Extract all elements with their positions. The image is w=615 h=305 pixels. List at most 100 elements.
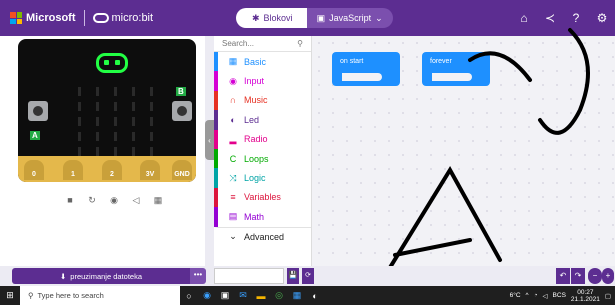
microbit-board[interactable]: A B 0 1 2 3V GND [18,39,196,182]
button-b[interactable] [172,101,192,121]
category-label: Radio [244,134,268,145]
category-logic[interactable]: ⤨ Logic [214,168,311,188]
weather-text[interactable]: 6°C [510,292,521,299]
button-b-label: B [176,87,186,96]
category-label: Logic [244,173,266,184]
language-text[interactable]: BCS [553,292,566,299]
pin-1[interactable]: 1 [63,160,83,180]
more-options-button[interactable]: ••• [190,268,206,284]
tab-javascript[interactable]: ▣ JavaScript ⌄ [306,8,393,28]
zoom-out-icon[interactable]: − [588,268,602,284]
grid-icon: ▦ [228,56,238,67]
category-radio[interactable]: ▂ Radio [214,129,311,149]
toggle-icon: ◐ [230,114,236,125]
edge-icon[interactable]: ◉ [198,286,216,305]
category-input[interactable]: ◉ Input [214,71,311,91]
notifications-icon[interactable]: ▢ [605,292,611,300]
home-icon[interactable]: ⌂ [511,0,537,36]
clock[interactable]: 00:27 21.1.2021 [571,289,600,303]
tab-blocks[interactable]: ✱ Blokovi [236,8,307,28]
block-label: on start [340,58,364,65]
blocks-workspace[interactable]: on start forever [312,36,615,266]
category-basic[interactable]: ▦ Basic [214,52,311,72]
chrome-icon[interactable]: ◎ [270,286,288,305]
editor-toggle: ✱ Blokovi ▣ JavaScript ⌄ [236,8,393,28]
taskbar-search-input[interactable]: ⚲ Type here to search [20,286,180,305]
volume-icon[interactable]: ◁ [543,292,548,300]
undo-icon[interactable]: ↶ [556,268,570,284]
store-icon[interactable]: ▣ [216,286,234,305]
search-icon: ⚲ [28,291,34,300]
category-label: Math [244,211,265,222]
pin-2[interactable]: 2 [102,160,122,180]
clock-date: 21.1.2021 [570,295,600,303]
clock-time: 00:27 [577,288,594,296]
puzzle-icon: ✱ [252,12,260,23]
search-input[interactable]: Search... ⚲ [214,36,311,52]
microsoft-logo[interactable]: Microsoft [10,12,76,24]
header-actions: ⌂ ≺ ? ⚙ [511,0,615,36]
app-icon[interactable]: ◐ [306,286,324,305]
product-label: micro:bit [111,12,154,24]
settings-icon[interactable]: ⚙ [589,0,615,36]
button-a[interactable] [28,101,48,121]
task-view-icon[interactable]: ○ [180,286,198,305]
network-icon[interactable]: ◔ [534,292,538,299]
pin-gnd[interactable]: GND [172,160,192,180]
category-label: Led [244,114,260,125]
board-logo-icon [96,53,128,73]
collapse-simulator-button[interactable]: ‹ [205,120,214,160]
windows-start-icon[interactable]: ⊞ [0,286,20,305]
chevron-up-icon[interactable]: ^ [526,292,529,299]
category-label: Basic [244,56,267,67]
js-icon: ▣ [316,12,326,23]
word-icon[interactable]: ▦ [288,286,306,305]
chevron-down-icon[interactable]: ⌄ [375,13,383,24]
block-slot [432,73,472,81]
github-icon[interactable]: ⟳ [302,268,314,284]
mail-icon[interactable]: ✉ [234,286,252,305]
chevron-down-icon: ⌄ [229,231,237,242]
microbit-face-icon [92,13,109,23]
save-icon[interactable]: 💾 [287,268,299,284]
slowmo-icon[interactable]: ◉ [108,194,120,206]
zoom-in-icon[interactable]: + [602,268,614,284]
tab-blocks-label: Blokovi [263,13,293,23]
microbit-logo[interactable]: micro:bit [92,12,154,24]
category-led[interactable]: ◐ Led [214,110,311,130]
category-label: Music [244,95,268,106]
category-label: Input [244,76,265,87]
loop-icon: C [229,153,237,164]
explorer-icon[interactable]: ▬ [252,286,270,305]
pin-0[interactable]: 0 [24,160,44,180]
taskbar-search-placeholder: Type here to search [37,291,104,300]
tab-javascript-label: JavaScript [329,13,372,23]
share-icon[interactable]: ≺ [537,0,563,36]
headphones-icon: ∩ [229,95,237,106]
block-label: forever [430,58,452,65]
download-button[interactable]: ⬇ preuzimanje datoteka [12,268,190,284]
microsoft-grid-icon [10,12,22,24]
forever-block[interactable]: forever [422,52,490,86]
on-start-block[interactable]: on start [332,52,400,86]
category-variables[interactable]: ≡ Variables [214,187,311,208]
screenshot-icon[interactable]: ▦ [152,194,164,206]
category-advanced[interactable]: ⌄ Advanced [214,226,311,246]
category-math[interactable]: ▤ Math [214,207,311,227]
redo-icon[interactable]: ↷ [571,268,585,284]
shuffle-icon: ⤨ [229,172,237,183]
restart-icon[interactable]: ↻ [86,194,98,206]
pin-3v[interactable]: 3V [140,160,160,180]
category-music[interactable]: ∩ Music [214,90,311,111]
block-slot [342,73,382,81]
calculator-icon: ▤ [228,211,238,222]
edge-connector: 0 1 2 3V GND [18,156,196,182]
help-icon[interactable]: ? [563,0,589,36]
project-name-input[interactable] [214,268,284,284]
stop-icon[interactable]: ■ [64,194,76,206]
bottom-bar: ⬇ preuzimanje datoteka ••• 💾 ⟳ ↶ ↷ − + [0,266,615,286]
download-label: preuzimanje datoteka [70,271,142,281]
category-loops[interactable]: C Loops [214,148,311,169]
category-label: Variables [244,192,281,203]
mute-icon[interactable]: ◁ [130,194,142,206]
